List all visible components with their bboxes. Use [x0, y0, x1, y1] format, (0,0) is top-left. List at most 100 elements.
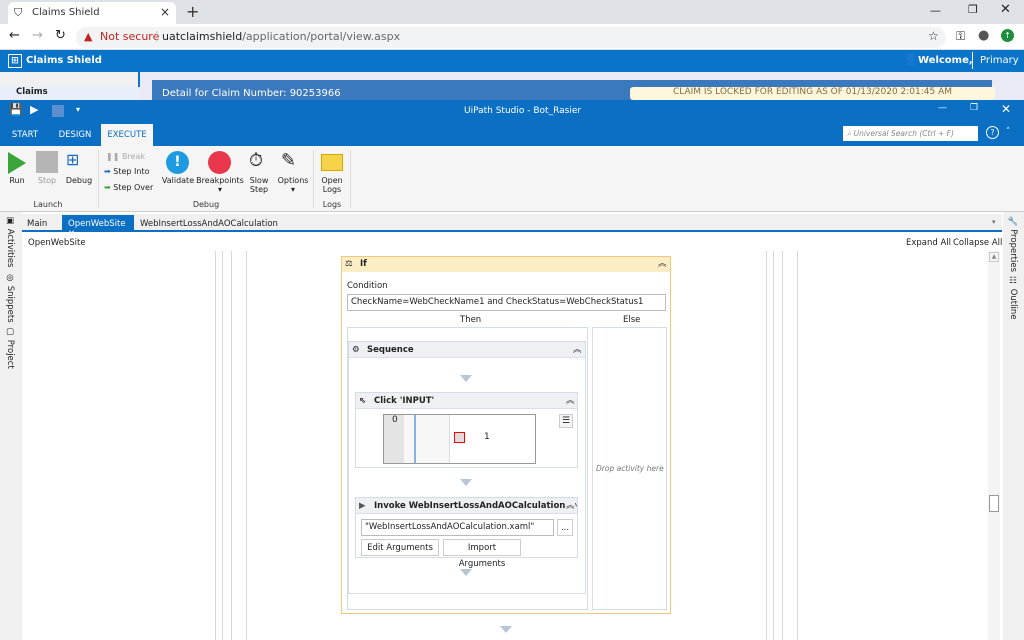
collapse-click-icon[interactable]: ︽	[566, 393, 575, 409]
step-over-button[interactable]: ➡ Step Over	[104, 183, 153, 192]
breakpoints-button[interactable]: Breakpoints ▾	[195, 176, 245, 194]
ribbon-tabs: START DESIGN EXECUTE ⌕ Universal Search …	[0, 122, 1024, 146]
portal-title[interactable]: Claims Shield	[26, 55, 102, 66]
condition-input[interactable]: CheckName=WebCheckName1 and CheckStatus=…	[347, 294, 666, 311]
project-panel-tab[interactable]: ▢ Project	[5, 327, 15, 369]
options-icon: ✎	[281, 150, 297, 171]
scroll-up-icon[interactable]: ▲	[989, 252, 999, 262]
profile-icon[interactable]: ●	[978, 28, 989, 43]
then-label: Then	[460, 315, 482, 325]
studio-restore-icon[interactable]: ❐	[970, 103, 978, 113]
stop-button[interactable]: Stop	[34, 176, 60, 185]
step-into-button[interactable]: ➡ Step Into	[104, 167, 149, 176]
open-logs-button[interactable]: Open Logs	[318, 176, 346, 194]
import-arguments-button[interactable]: Import Arguments	[443, 539, 521, 569]
tab-design[interactable]: DESIGN	[52, 122, 98, 146]
doc-tab-webinsert[interactable]: WebInsertLossAndAOCalculation	[140, 219, 278, 229]
minimize-icon[interactable]: —	[930, 4, 941, 17]
collapse-invoke-icon[interactable]: ︽	[566, 498, 575, 513]
studio-title-bar: 💾 ▶ ▾ UiPath Studio - Bot_Rasier — ❐ ✕	[0, 100, 1024, 122]
drop-arrow-icon	[460, 479, 472, 486]
tab-title: Claims Shield	[32, 7, 100, 18]
debug-group-label: Debug	[192, 200, 220, 209]
logs-group-label: Logs	[322, 200, 342, 209]
vertical-scrollbar[interactable]: ▲	[988, 251, 1000, 640]
forward-icon[interactable]: →	[32, 28, 43, 43]
close-window-icon[interactable]: ✕	[1000, 2, 1011, 17]
if-icon: ⚖	[345, 259, 353, 269]
activities-panel-tab[interactable]: ▣ Activities	[5, 216, 15, 267]
edit-arguments-button[interactable]: Edit Arguments	[361, 539, 439, 556]
key-icon[interactable]: ⚿	[956, 29, 965, 44]
run-icon[interactable]	[8, 152, 26, 174]
shield-favicon-icon: ⛉	[14, 6, 23, 19]
save-icon[interactable]: 💾	[9, 103, 23, 116]
collapse-sequence-icon[interactable]: ︽	[573, 342, 582, 358]
drop-arrow-icon	[460, 569, 472, 576]
restore-icon[interactable]: ❐	[968, 3, 978, 16]
star-icon[interactable]: ☆	[928, 29, 939, 43]
slow-step-button[interactable]: Slow Step	[246, 176, 272, 194]
portal-header: ⊞ Claims Shield 👤 Welcome, Primary	[0, 50, 1024, 72]
customize-icon[interactable]: ▾	[76, 105, 80, 114]
doc-tab-main[interactable]: Main	[27, 219, 47, 229]
drop-arrow-icon	[460, 375, 472, 382]
invoke-workflow-activity[interactable]: ▶ Invoke WebInsertLossAndAOCalculation wo…	[355, 497, 578, 569]
break-button[interactable]: ❚❚ Break	[106, 152, 145, 161]
breadcrumb-bar: OpenWebSite Expand All Collapse All	[22, 233, 1003, 251]
new-tab-icon[interactable]: +	[186, 2, 199, 21]
user-icon: 👤	[904, 53, 918, 66]
click-activity[interactable]: ⇖ Click 'INPUT' ︽ 0 1 ☰	[355, 392, 578, 468]
doc-tab-openwebsite[interactable]: OpenWebSite ✕	[62, 215, 134, 239]
stop-quick-icon[interactable]	[52, 105, 64, 117]
cursor-icon: ⇖	[359, 396, 367, 406]
options-button[interactable]: Options ▾	[276, 176, 310, 194]
run-quick-icon[interactable]: ▶	[30, 103, 38, 116]
snippets-panel-tab[interactable]: ◎ Snippets	[5, 273, 15, 323]
welcome-label: Welcome,	[918, 55, 973, 66]
browse-button[interactable]: ...	[557, 519, 573, 536]
breadcrumb[interactable]: OpenWebSite	[28, 238, 86, 248]
workflow-file-input[interactable]: "WebInsertLossAndAOCalculation.xaml"	[361, 519, 554, 536]
collapse-all-link[interactable]: Collapse All	[953, 238, 1002, 248]
else-container[interactable]: Drop activity here	[592, 327, 667, 610]
validate-button[interactable]: Validate	[160, 176, 196, 185]
role-label[interactable]: Primary	[980, 55, 1019, 66]
run-button[interactable]: Run	[6, 176, 28, 185]
if-title: If	[360, 259, 367, 269]
help-icon[interactable]: ?	[986, 126, 999, 139]
drop-arrow-icon	[500, 626, 512, 633]
scroll-thumb[interactable]	[989, 495, 999, 512]
update-icon[interactable]: ↑	[1001, 29, 1014, 42]
debug-button[interactable]: Debug	[64, 176, 94, 185]
sidebar-item-claims[interactable]: Claims	[0, 87, 140, 100]
close-tab-icon[interactable]: ×	[160, 5, 170, 19]
grid-icon[interactable]: ⊞	[8, 54, 22, 68]
tab-execute[interactable]: EXECUTE	[101, 124, 153, 146]
menu-icon[interactable]: ☰	[559, 414, 573, 428]
folder-icon	[321, 154, 343, 171]
security-label: Not secure	[100, 30, 160, 43]
tab-start[interactable]: START	[4, 122, 46, 146]
collapse-if-icon[interactable]: ︽	[658, 257, 667, 272]
url-input[interactable]: ▲ Not secure | uatclaimshield/applicatio…	[76, 27, 946, 48]
element-screenshot: 0 1	[383, 414, 536, 464]
reload-icon[interactable]: ↻	[55, 28, 66, 43]
outline-panel-tab[interactable]: ☷ Outline	[1008, 276, 1018, 319]
sequence-title: Sequence	[367, 345, 414, 355]
universal-search-input[interactable]: ⌕ Universal Search (Ctrl + F)	[843, 126, 978, 141]
tabs-dropdown-icon[interactable]: ▾	[992, 218, 996, 226]
properties-panel-tab[interactable]: 🔧 Properties	[1008, 216, 1018, 272]
back-icon[interactable]: ←	[9, 28, 20, 43]
collapse-ribbon-icon[interactable]: ˄	[1006, 127, 1010, 137]
url-host: uatclaimshield	[162, 30, 243, 43]
browser-tab[interactable]: ⛉ Claims Shield ×	[8, 2, 176, 24]
condition-label: Condition	[347, 281, 388, 291]
invoke-title: Invoke WebInsertLossAndAOCalculation wor…	[374, 501, 577, 511]
invoke-icon: ▶	[359, 501, 366, 511]
expand-all-link[interactable]: Expand All	[906, 238, 951, 248]
studio-minimize-icon[interactable]: —	[938, 103, 947, 113]
warning-icon: ▲	[84, 30, 93, 43]
studio-close-icon[interactable]: ✕	[1001, 102, 1011, 116]
click-title: Click 'INPUT'	[374, 396, 435, 406]
